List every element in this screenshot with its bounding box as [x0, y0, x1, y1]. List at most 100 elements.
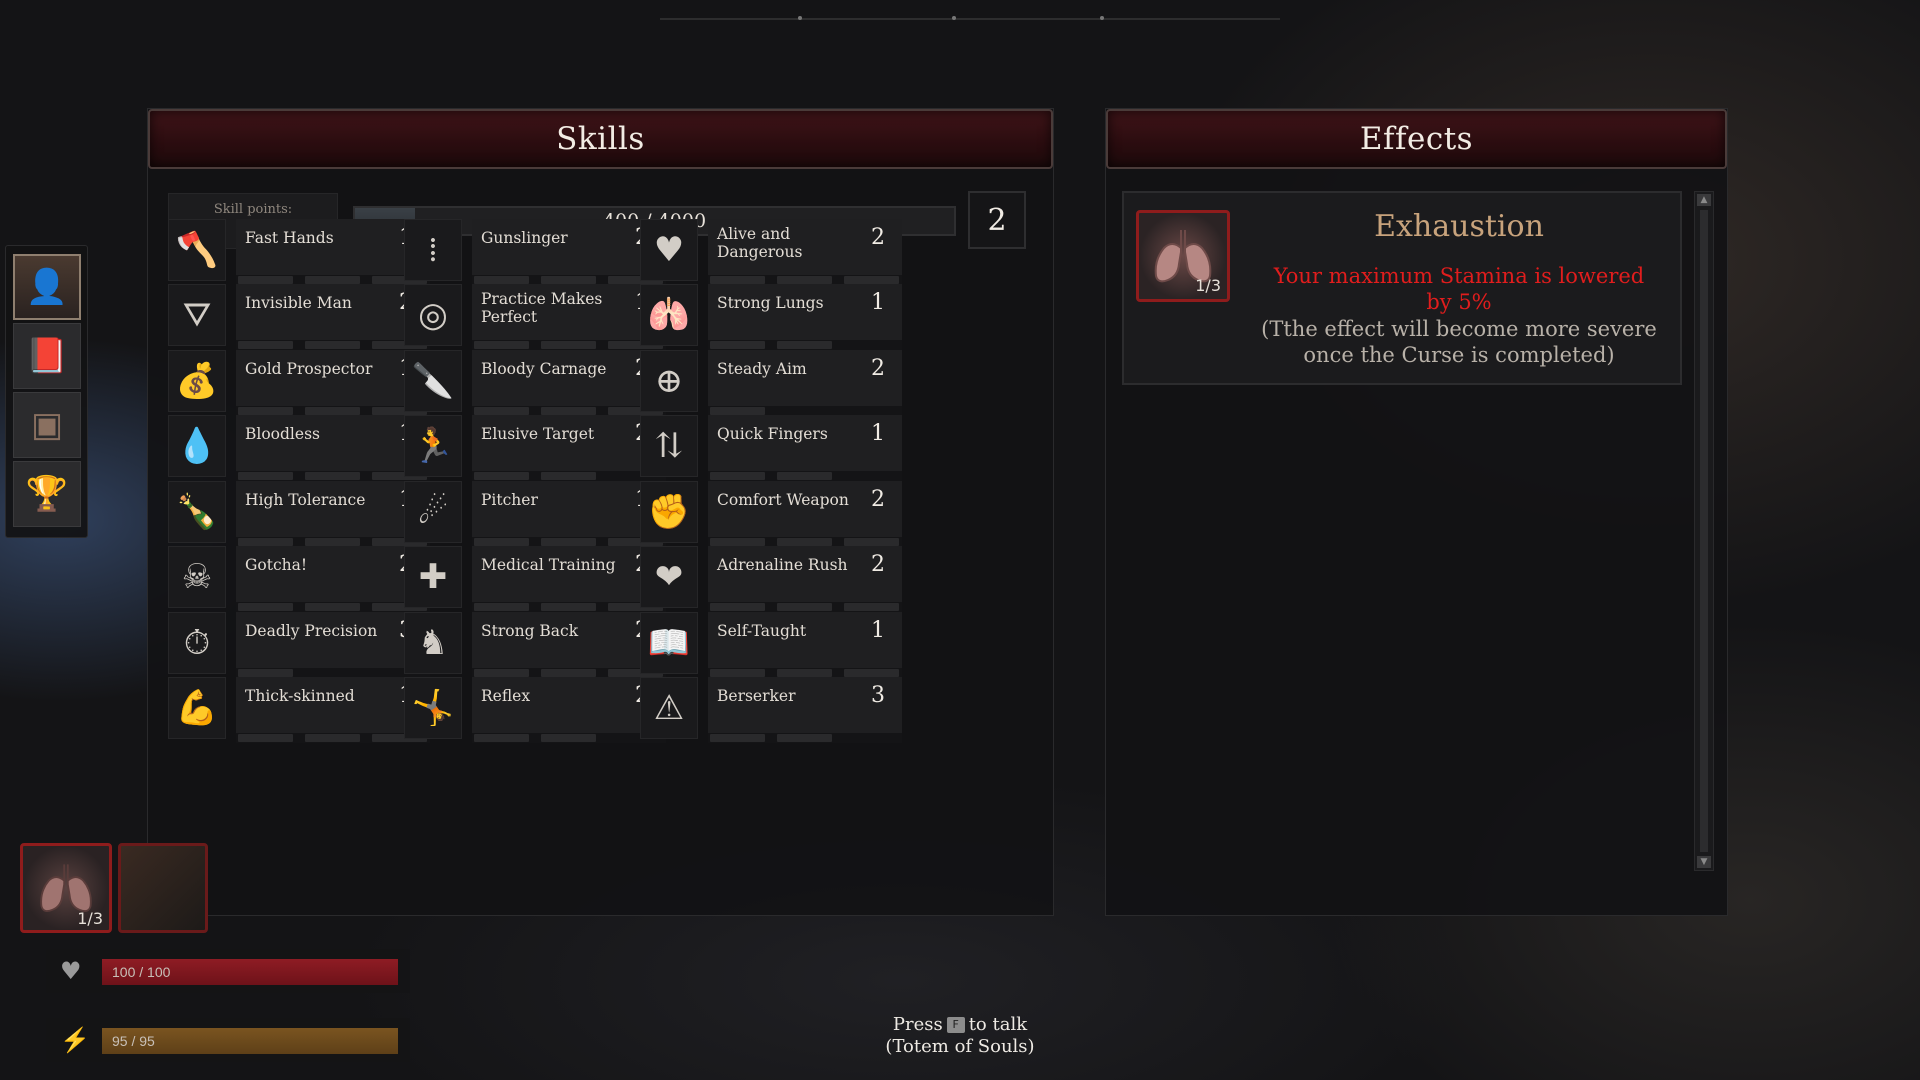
money-bag-icon: 💰	[168, 350, 226, 412]
skill-name: Gold Prospector	[245, 360, 373, 378]
skill-pip	[844, 538, 899, 546]
skill-steady-aim[interactable]: ⊕ Steady Aim 2	[640, 350, 902, 416]
skill-name: Alive and Dangerous	[717, 225, 803, 261]
skill-body: Gold Prospector1	[236, 350, 430, 416]
skill-points-label: Skill points:	[213, 202, 293, 217]
status-effect-slot[interactable]: 1/3	[20, 843, 112, 933]
skill-body: Reflex2	[472, 677, 666, 743]
dodging-man-icon: 🏃	[404, 415, 462, 477]
achievements-tab[interactable]: 🏆	[13, 461, 81, 527]
skill-pip	[238, 669, 293, 677]
muscle-icon: 💪	[168, 677, 226, 739]
journal-tab[interactable]: 📕	[13, 323, 81, 389]
bottle-icon: 🍾	[168, 481, 226, 543]
skill-pip	[474, 538, 529, 546]
trophy-icon: 🏆	[25, 474, 69, 514]
medkit-icon: ✚	[404, 546, 462, 608]
skill-strong-back[interactable]: ♞Strong Back2	[404, 612, 666, 678]
skill-pips	[472, 340, 666, 350]
skill-strong-lungs[interactable]: 🫁 Strong Lungs 1	[640, 284, 902, 350]
skill-name: Thick-skinned	[245, 687, 355, 705]
skill-pitcher[interactable]: ☄Pitcher1	[404, 481, 666, 547]
effect-card-exhaustion[interactable]: 1/3 Exhaustion Your maximum Stamina is l…	[1122, 191, 1682, 385]
skill-name: Bloodless	[245, 425, 320, 443]
scroll-up-icon[interactable]: ▲	[1697, 194, 1711, 206]
skill-pip	[474, 472, 529, 480]
scroll-down-icon[interactable]: ▼	[1697, 856, 1711, 868]
stamina-text: 95 / 95	[112, 1033, 155, 1049]
skill-pips	[708, 733, 902, 743]
skill-pip	[238, 407, 293, 415]
skill-level: 1	[871, 421, 885, 446]
skill-quick-fingers[interactable]: ⇅ Quick Fingers 1	[640, 415, 902, 481]
skill-pip	[474, 407, 529, 415]
heart-plus-icon: ♥	[640, 219, 698, 281]
skill-pip	[305, 603, 360, 611]
skill-level: 3	[871, 683, 885, 708]
skill-body: Practice Makes Perfect1	[472, 284, 666, 350]
skill-fast-hands[interactable]: 🪓Fast Hands1	[168, 219, 430, 285]
skill-pip	[844, 276, 899, 284]
skill-gold-prospector[interactable]: 💰Gold Prospector1	[168, 350, 430, 416]
skill-pip	[305, 341, 360, 349]
skill-body: Medical Training2	[472, 546, 666, 612]
character-tab[interactable]: 👤	[13, 254, 81, 320]
skill-name: Bloody Carnage	[481, 360, 607, 378]
skill-self-taught[interactable]: 📖 Self-Taught 1	[640, 612, 902, 678]
horse-icon: ♞	[404, 612, 462, 674]
skill-practice-makes-perfect[interactable]: ◎Practice Makes Perfect1	[404, 284, 666, 350]
skill-body: Invisible Man2	[236, 284, 430, 350]
skill-pip	[777, 276, 832, 284]
top-compass-line	[660, 16, 1280, 26]
skill-deadly-precision[interactable]: ⏱Deadly Precision3	[168, 612, 430, 678]
skill-name: Self-Taught	[717, 622, 807, 640]
stamina-bar: 95 / 95	[102, 1028, 398, 1054]
skill-pip	[305, 734, 360, 742]
skill-pip	[305, 407, 360, 415]
skills-header: Skills	[148, 109, 1053, 169]
scroll-track[interactable]	[1700, 210, 1708, 852]
status-effect-slot-2[interactable]	[118, 843, 208, 933]
skill-thick-skinned[interactable]: 💪Thick-skinned1	[168, 677, 430, 743]
skill-berserker[interactable]: ⚠ Berserker 3	[640, 677, 902, 743]
skill-name: Medical Training	[481, 556, 616, 574]
skill-pips	[236, 602, 430, 612]
skill-gotcha[interactable]: ☠Gotcha!2	[168, 546, 430, 612]
skill-reflex[interactable]: 🤸Reflex2	[404, 677, 666, 743]
skill-bloodless[interactable]: 💧Bloodless1	[168, 415, 430, 481]
skill-level: 2	[871, 552, 885, 577]
skill-pip	[305, 276, 360, 284]
skill-alive-and-dangerous[interactable]: ♥ Alive and Dangerous 2	[640, 219, 902, 285]
skill-invisible-man[interactable]: ⛛Invisible Man2	[168, 284, 430, 350]
skill-body: Steady Aim 2	[708, 350, 902, 416]
skill-name: Practice Makes Perfect	[481, 290, 603, 326]
effects-scrollbar[interactable]: ▲ ▼	[1694, 191, 1714, 871]
skill-body: Alive and Dangerous 2	[708, 219, 902, 285]
skill-name: Pitcher	[481, 491, 538, 509]
skill-body: Self-Taught 1	[708, 612, 902, 678]
skill-pip	[777, 734, 832, 742]
skill-pip	[710, 538, 765, 546]
skill-comfort-weapon[interactable]: ✊ Comfort Weapon 2	[640, 481, 902, 547]
skill-pip	[541, 734, 596, 742]
skill-pip	[474, 276, 529, 284]
skill-bloody-carnage[interactable]: 🔪Bloody Carnage2	[404, 350, 666, 416]
skill-pips	[472, 471, 666, 481]
effects-panel: Effects 1/3 Exhaustion Your maximum Stam…	[1105, 108, 1728, 916]
skill-level: 2	[871, 356, 885, 381]
skill-adrenaline-rush[interactable]: ❤ Adrenaline Rush 2	[640, 546, 902, 612]
skill-elusive-target[interactable]: 🏃Elusive Target2	[404, 415, 666, 481]
skill-name: Gotcha!	[245, 556, 308, 574]
interaction-prompt: Press Fto talk (Totem of Souls)	[840, 1014, 1080, 1058]
skill-name: Comfort Weapon	[717, 491, 849, 509]
inventory-tab[interactable]: ▣	[13, 392, 81, 458]
skill-body: Strong Back2	[472, 612, 666, 678]
hatchet-icon: 🪓	[168, 219, 226, 281]
skill-pip	[541, 669, 596, 677]
skill-high-tolerance[interactable]: 🍾High Tolerance1	[168, 481, 430, 547]
skill-medical-training[interactable]: ✚Medical Training2	[404, 546, 666, 612]
skill-gunslinger[interactable]: ⁞Gunslinger2	[404, 219, 666, 285]
blood-drop-icon: 💧	[168, 415, 226, 477]
status-stack-count: 1/3	[77, 909, 103, 928]
throw-icon: ☄	[404, 481, 462, 543]
